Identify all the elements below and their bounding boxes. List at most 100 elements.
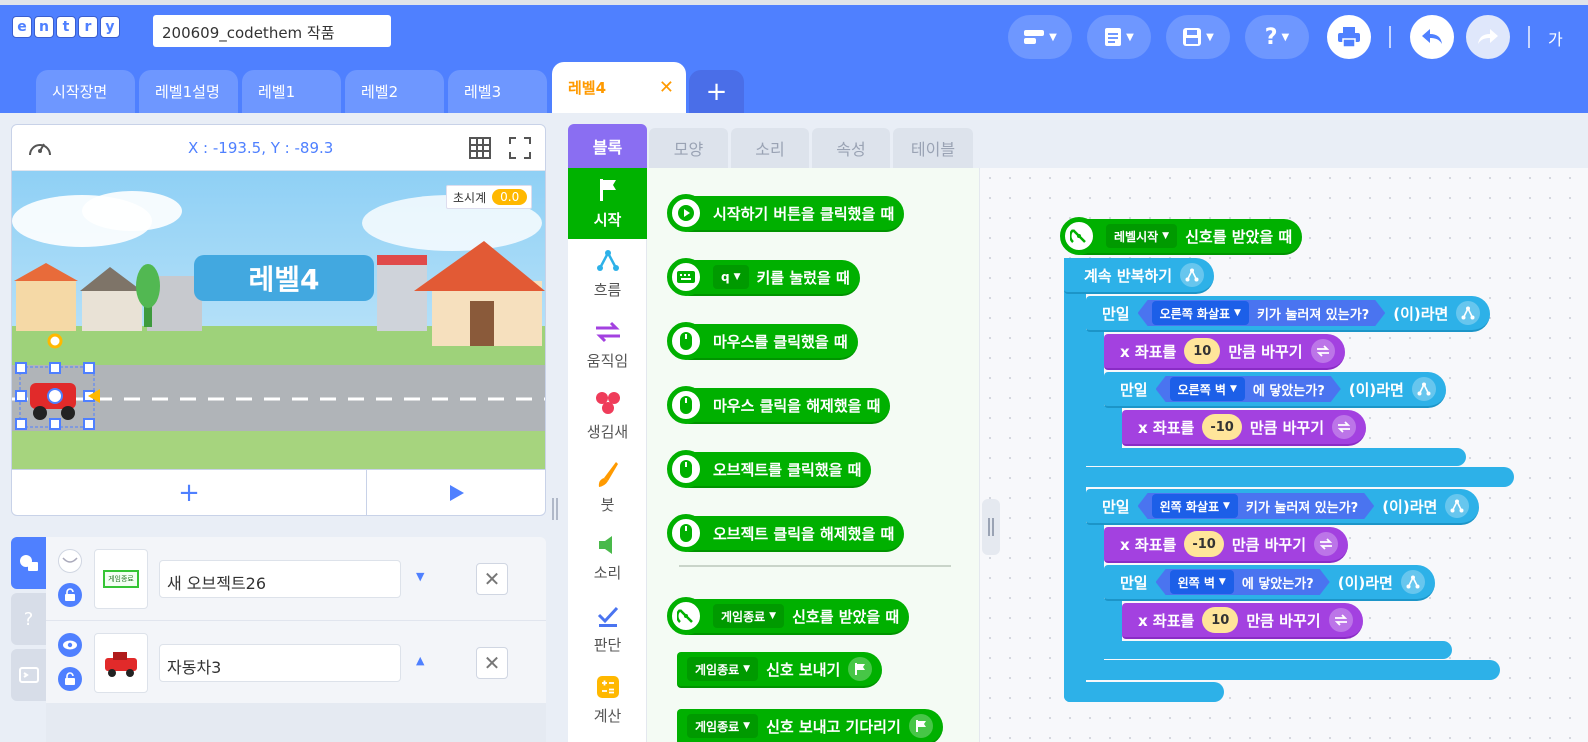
mode-select-button[interactable]: ▼ — [1008, 15, 1072, 59]
palette-resize-handle[interactable] — [982, 499, 1000, 555]
if-block[interactable]: 만일 왼쪽 화살표 ▼ 키가 눌러져 있는가? (이)라면 — [1086, 489, 1480, 525]
when-signal-received-block[interactable]: 게임종료 ▼ 신호를 받았을 때 — [667, 597, 910, 635]
object-dropdown[interactable]: 왼쪽 벽 ▼ — [1170, 570, 1234, 594]
when-object-released-block[interactable]: 오브젝트 클릭을 해제했을 때 — [667, 514, 905, 552]
tab-table[interactable]: 테이블 — [893, 128, 973, 168]
language-menu-label[interactable]: 가 — [1548, 26, 1563, 50]
object-name-field[interactable]: 새 오브젝트26 — [159, 560, 401, 598]
when-signal-received-block[interactable]: 레벨시작 ▼ 신호를 받았을 때 — [1060, 217, 1303, 255]
new-project-button[interactable]: ▼ — [1087, 15, 1151, 59]
add-scene-button[interactable]: + — [689, 70, 744, 113]
change-x-block[interactable]: x 좌표를 -10 만큼 바꾸기 — [1122, 410, 1367, 446]
if-block[interactable]: 만일 왼쪽 벽 ▼ 에 닿았는가? (이)라면 — [1104, 565, 1435, 601]
change-x-block[interactable]: x 좌표를 10 만큼 바꾸기 — [1104, 334, 1345, 370]
print-button[interactable] — [1327, 15, 1371, 59]
fullscreen-icon[interactable] — [508, 136, 532, 160]
tab-level4[interactable]: 레벨4 ✕ — [552, 62, 686, 113]
panel-resize-handle[interactable] — [552, 498, 558, 520]
list-item[interactable]: 자동차3 ▲ ✕ — [46, 621, 546, 705]
touching-condition[interactable]: 왼쪽 벽 ▼ 에 닿았는가? — [1156, 569, 1330, 595]
hidden-eye-icon[interactable] — [58, 549, 82, 573]
undo-button[interactable] — [1410, 15, 1454, 59]
tab-sounds[interactable]: 소리 — [731, 128, 809, 168]
change-x-block[interactable]: x 좌표를 -10 만큼 바꾸기 — [1104, 527, 1349, 563]
tab-shapes[interactable]: 모양 — [649, 128, 728, 168]
delete-object-button[interactable]: ✕ — [476, 563, 508, 595]
chevron-down-icon: ▼ — [1162, 231, 1170, 241]
project-title-input[interactable]: 200609_codethem 작품 — [153, 15, 391, 47]
category-sound[interactable]: 소리 — [568, 523, 647, 594]
category-brush[interactable]: 붓 — [568, 452, 647, 523]
help-button[interactable]: ? ▼ — [1245, 15, 1309, 59]
if-block[interactable]: 만일 오른쪽 화살표 ▼ 키가 눌러져 있는가? (이)라면 — [1086, 296, 1491, 332]
tab-level3[interactable]: 레벨3 — [448, 70, 547, 113]
tab-level1-intro[interactable]: 레벨1설명 — [139, 70, 238, 113]
block-text: 마우스를 클릭했을 때 — [713, 332, 848, 351]
delete-object-button[interactable]: ✕ — [476, 647, 508, 679]
list-item[interactable]: 게임종료 새 오브젝트26 ▼ ✕ — [46, 537, 546, 621]
send-signal-wait-block[interactable]: 게임종료 ▼ 신호 보내고 기다리기 — [677, 709, 943, 742]
run-button[interactable] — [368, 470, 545, 515]
block-text: 신호 보내고 기다리기 — [766, 717, 901, 736]
tab-level1[interactable]: 레벨1 — [242, 70, 341, 113]
object-name-field[interactable]: 자동차3 — [159, 644, 401, 682]
visible-eye-icon[interactable] — [58, 633, 82, 657]
chevron-down-icon[interactable]: ▼ — [416, 570, 424, 583]
loop-footer — [1064, 682, 1224, 702]
save-button[interactable]: ▼ — [1166, 15, 1230, 59]
key-dropdown[interactable]: 왼쪽 화살표 ▼ — [1152, 494, 1238, 518]
close-icon[interactable]: ✕ — [659, 77, 674, 98]
tab-blocks[interactable]: 블록 — [568, 124, 647, 168]
number-input[interactable]: -10 — [1202, 414, 1242, 440]
when-key-pressed-block[interactable]: q ▼ 키를 눌렀을 때 — [667, 258, 860, 296]
touching-condition[interactable]: 오른쪽 벽 ▼ 에 닿았는가? — [1156, 376, 1341, 402]
category-movement[interactable]: 움직임 — [568, 310, 647, 381]
number-input[interactable]: -10 — [1184, 531, 1224, 557]
key-pressed-condition[interactable]: 오른쪽 화살표 ▼ 키가 눌러져 있는가? — [1138, 300, 1386, 326]
if-block[interactable]: 만일 오른쪽 벽 ▼ 에 닿았는가? (이)라면 — [1104, 372, 1446, 408]
category-calc[interactable]: 계산 — [568, 665, 647, 736]
tab-properties[interactable]: 속성 — [812, 128, 890, 168]
repeat-forever-block[interactable]: 계속 반복하기 — [1064, 258, 1215, 294]
tab-scene-start[interactable]: 시작장면 — [36, 70, 135, 113]
console-tab[interactable] — [11, 649, 46, 701]
add-object-button[interactable]: + — [12, 470, 367, 515]
chevron-up-icon[interactable]: ▲ — [416, 654, 424, 667]
signal-dropdown[interactable]: 레벨시작 ▼ — [1106, 224, 1178, 248]
signal-dropdown[interactable]: 게임종료 ▼ — [687, 657, 759, 681]
redo-button[interactable] — [1466, 15, 1510, 59]
key-dropdown[interactable]: q ▼ — [713, 265, 749, 289]
category-looks[interactable]: 생김새 — [568, 381, 647, 452]
when-mouse-clicked-block[interactable]: 마우스를 클릭했을 때 — [667, 322, 858, 360]
entry-logo[interactable]: e n t r y — [12, 16, 120, 38]
stage-canvas[interactable]: 레벨4 — [12, 171, 545, 469]
when-object-clicked-block[interactable]: 오브젝트를 클릭했을 때 — [667, 450, 872, 488]
unlock-icon[interactable] — [58, 667, 82, 691]
block-text: 만일 — [1102, 497, 1130, 516]
send-signal-block[interactable]: 게임종료 ▼ 신호 보내기 — [677, 652, 883, 688]
object-dropdown[interactable]: 오른쪽 벽 ▼ — [1170, 377, 1245, 401]
brush-icon — [598, 462, 618, 487]
number-input[interactable]: 10 — [1202, 607, 1239, 633]
when-start-clicked-block[interactable]: 시작하기 버튼을 클릭했을 때 — [667, 194, 905, 232]
number-input[interactable]: 10 — [1184, 338, 1221, 364]
signal-dropdown[interactable]: 게임종료 ▼ — [687, 714, 759, 738]
speed-gauge-icon[interactable] — [27, 137, 53, 159]
category-flow[interactable]: 흐름 — [568, 239, 647, 310]
unlock-icon[interactable] — [58, 583, 82, 607]
key-dropdown[interactable]: 오른쪽 화살표 ▼ — [1152, 301, 1249, 325]
tab-level2[interactable]: 레벨2 — [345, 70, 444, 113]
help-tab[interactable]: ? — [11, 593, 46, 645]
change-x-block[interactable]: x 좌표를 10 만큼 바꾸기 — [1122, 603, 1363, 639]
flow-icon — [1456, 301, 1481, 325]
signal-dropdown[interactable]: 게임종료 ▼ — [713, 604, 785, 628]
plus-icon: + — [178, 478, 200, 508]
flag-icon — [599, 179, 616, 201]
key-pressed-condition[interactable]: 왼쪽 화살표 ▼ 키가 눌러져 있는가? — [1138, 493, 1375, 519]
category-start[interactable]: 시작 — [568, 168, 647, 239]
category-judge[interactable]: 판단 — [568, 594, 647, 665]
when-mouse-released-block[interactable]: 마우스 클릭을 해제했을 때 — [667, 386, 891, 424]
grid-icon[interactable] — [468, 136, 492, 160]
object-tab[interactable] — [11, 537, 46, 589]
list-item[interactable] — [46, 703, 546, 742]
